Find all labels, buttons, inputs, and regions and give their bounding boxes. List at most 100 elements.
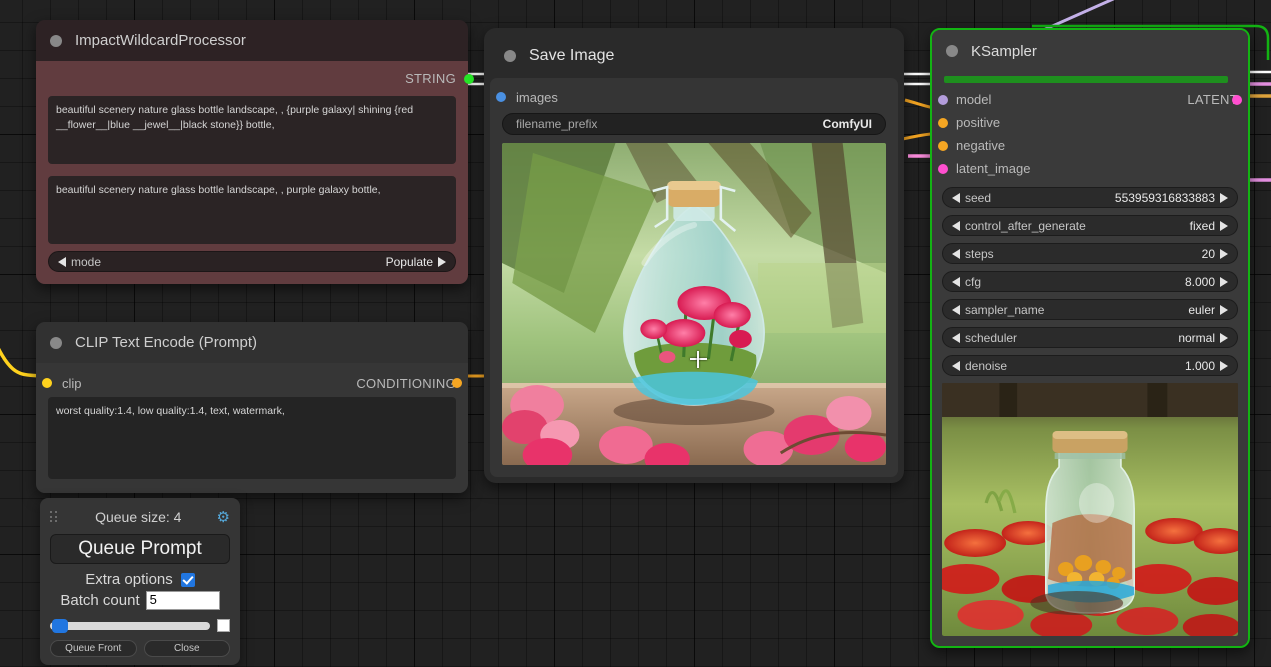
node-ksampler[interactable]: KSampler model LATENT positive negative … — [930, 28, 1250, 648]
save-image-preview[interactable] — [502, 143, 886, 465]
queue-front-button[interactable]: Queue Front — [50, 640, 137, 657]
input-label-clip: clip — [62, 376, 82, 391]
prev-arrow-icon[interactable] — [952, 221, 960, 231]
output-label-string: STRING — [405, 71, 456, 86]
widget-sampler-name-label: sampler_name — [965, 303, 1044, 317]
node-title-bar[interactable]: CLIP Text Encode (Prompt) — [36, 322, 468, 363]
queue-panel-header[interactable]: Queue size: 4 ⚙ — [50, 506, 230, 528]
prev-arrow-icon[interactable] — [952, 193, 960, 203]
node-body: STRING beautiful scenery nature glass bo… — [36, 61, 468, 284]
batch-count-slider-row[interactable] — [50, 619, 230, 632]
extra-options-label: Extra options — [85, 571, 173, 588]
widget-sampler-name[interactable]: sampler_name euler — [942, 299, 1238, 320]
next-arrow-icon[interactable] — [1220, 333, 1228, 343]
widget-denoise-value: 1.000 — [1185, 359, 1215, 373]
port-images-icon[interactable] — [496, 92, 506, 102]
node-impact-wildcard-processor[interactable]: ImpactWildcardProcessor STRING beautiful… — [36, 20, 468, 284]
next-arrow-icon[interactable] — [438, 257, 446, 267]
widget-steps-label: steps — [965, 247, 994, 261]
node-clip-text-encode[interactable]: CLIP Text Encode (Prompt) clip CONDITION… — [36, 322, 468, 493]
next-arrow-icon[interactable] — [1220, 361, 1228, 371]
extra-options-checkbox[interactable] — [181, 573, 195, 587]
prev-arrow-icon[interactable] — [952, 361, 960, 371]
input-label-images: images — [516, 90, 558, 105]
output-label-latent: LATENT — [1187, 92, 1238, 107]
slot-row-latent-image[interactable]: latent_image — [942, 157, 1238, 180]
batch-count-slider[interactable] — [50, 622, 210, 630]
port-clip-icon[interactable] — [42, 378, 52, 388]
next-arrow-icon[interactable] — [1220, 193, 1228, 203]
slot-row-clip[interactable]: clip CONDITIONING — [48, 369, 456, 397]
widget-denoise[interactable]: denoise 1.000 — [942, 355, 1238, 376]
widget-sampler-name-value: euler — [1188, 303, 1215, 317]
input-label-positive: positive — [956, 115, 1000, 130]
output-slot-string[interactable]: STRING — [48, 67, 456, 90]
collapse-dot-icon[interactable] — [946, 45, 958, 57]
ksampler-preview-image[interactable] — [942, 383, 1238, 636]
node-body: images filename_prefix ComfyUI — [490, 78, 898, 477]
wildcard-text-field[interactable]: beautiful scenery nature glass bottle la… — [48, 96, 456, 164]
slot-row-positive[interactable]: positive — [942, 111, 1238, 134]
widget-cfg[interactable]: cfg 8.000 — [942, 271, 1238, 292]
port-negative-icon[interactable] — [938, 141, 948, 151]
populated-text-field[interactable]: beautiful scenery nature glass bottle la… — [48, 176, 456, 244]
execution-progress-bar — [944, 76, 1228, 83]
slider-thumb[interactable] — [52, 619, 68, 633]
mode-widget-label: mode — [71, 255, 101, 269]
slider-toggle-box[interactable] — [217, 619, 230, 632]
port-string-icon[interactable] — [464, 74, 474, 84]
gear-icon[interactable]: ⚙ — [217, 510, 230, 525]
collapse-dot-icon[interactable] — [50, 337, 62, 349]
widget-control-after-generate-value: fixed — [1190, 219, 1215, 233]
filename-prefix-value: ComfyUI — [823, 117, 872, 131]
queue-panel[interactable]: Queue size: 4 ⚙ Queue Prompt Extra optio… — [40, 498, 240, 665]
prev-arrow-icon[interactable] — [952, 333, 960, 343]
negative-prompt-field[interactable]: worst quality:1.4, low quality:1.4, text… — [48, 397, 456, 479]
node-body: model LATENT positive negative latent_im… — [932, 72, 1248, 646]
widget-denoise-label: denoise — [965, 359, 1007, 373]
queue-prompt-button[interactable]: Queue Prompt — [50, 534, 230, 564]
node-save-image[interactable]: Save Image images filename_prefix ComfyU… — [484, 28, 904, 483]
prev-arrow-icon[interactable] — [952, 277, 960, 287]
prev-arrow-icon[interactable] — [58, 257, 66, 267]
mode-widget[interactable]: mode Populate — [48, 251, 456, 272]
widget-scheduler[interactable]: scheduler normal — [942, 327, 1238, 348]
widget-cfg-label: cfg — [965, 275, 981, 289]
widget-seed[interactable]: seed 553959316833883 — [942, 187, 1238, 208]
slot-row-negative[interactable]: negative — [942, 134, 1238, 157]
port-positive-icon[interactable] — [938, 118, 948, 128]
port-model-icon[interactable] — [938, 95, 948, 105]
batch-count-input[interactable]: 5 — [146, 591, 220, 610]
widget-scheduler-value: normal — [1178, 331, 1215, 345]
widget-control-after-generate[interactable]: control_after_generate fixed — [942, 215, 1238, 236]
node-title-bar[interactable]: ImpactWildcardProcessor — [36, 20, 468, 61]
node-title-text: Save Image — [529, 47, 614, 65]
node-title-text: KSampler — [971, 43, 1037, 60]
extra-options-row[interactable]: Extra options — [50, 571, 230, 588]
next-arrow-icon[interactable] — [1220, 221, 1228, 231]
next-arrow-icon[interactable] — [1220, 249, 1228, 259]
next-arrow-icon[interactable] — [1220, 277, 1228, 287]
prev-arrow-icon[interactable] — [952, 305, 960, 315]
collapse-dot-icon[interactable] — [504, 50, 516, 62]
collapse-dot-icon[interactable] — [50, 35, 62, 47]
next-arrow-icon[interactable] — [1220, 305, 1228, 315]
drag-handle-icon[interactable] — [50, 511, 60, 523]
close-button[interactable]: Close — [144, 640, 231, 657]
filename-prefix-widget[interactable]: filename_prefix ComfyUI — [502, 113, 886, 135]
slot-row-images[interactable]: images — [502, 84, 886, 110]
widget-seed-value: 553959316833883 — [1115, 191, 1215, 205]
input-label-model: model — [956, 92, 991, 107]
node-title-bar[interactable]: KSampler — [932, 30, 1248, 72]
widget-steps[interactable]: steps 20 — [942, 243, 1238, 264]
port-conditioning-icon[interactable] — [452, 378, 462, 388]
prev-arrow-icon[interactable] — [952, 249, 960, 259]
port-latent-icon[interactable] — [1232, 95, 1242, 105]
comfyui-canvas[interactable]: ImpactWildcardProcessor STRING beautiful… — [0, 0, 1271, 667]
slot-row-model[interactable]: model LATENT — [942, 88, 1238, 111]
node-title-bar[interactable]: Save Image — [490, 34, 898, 78]
batch-count-row[interactable]: Batch count 5 — [50, 591, 230, 610]
port-latent-image-icon[interactable] — [938, 164, 948, 174]
node-body: clip CONDITIONING worst quality:1.4, low… — [36, 363, 468, 493]
queue-panel-buttons: Queue Front Close — [50, 640, 230, 657]
